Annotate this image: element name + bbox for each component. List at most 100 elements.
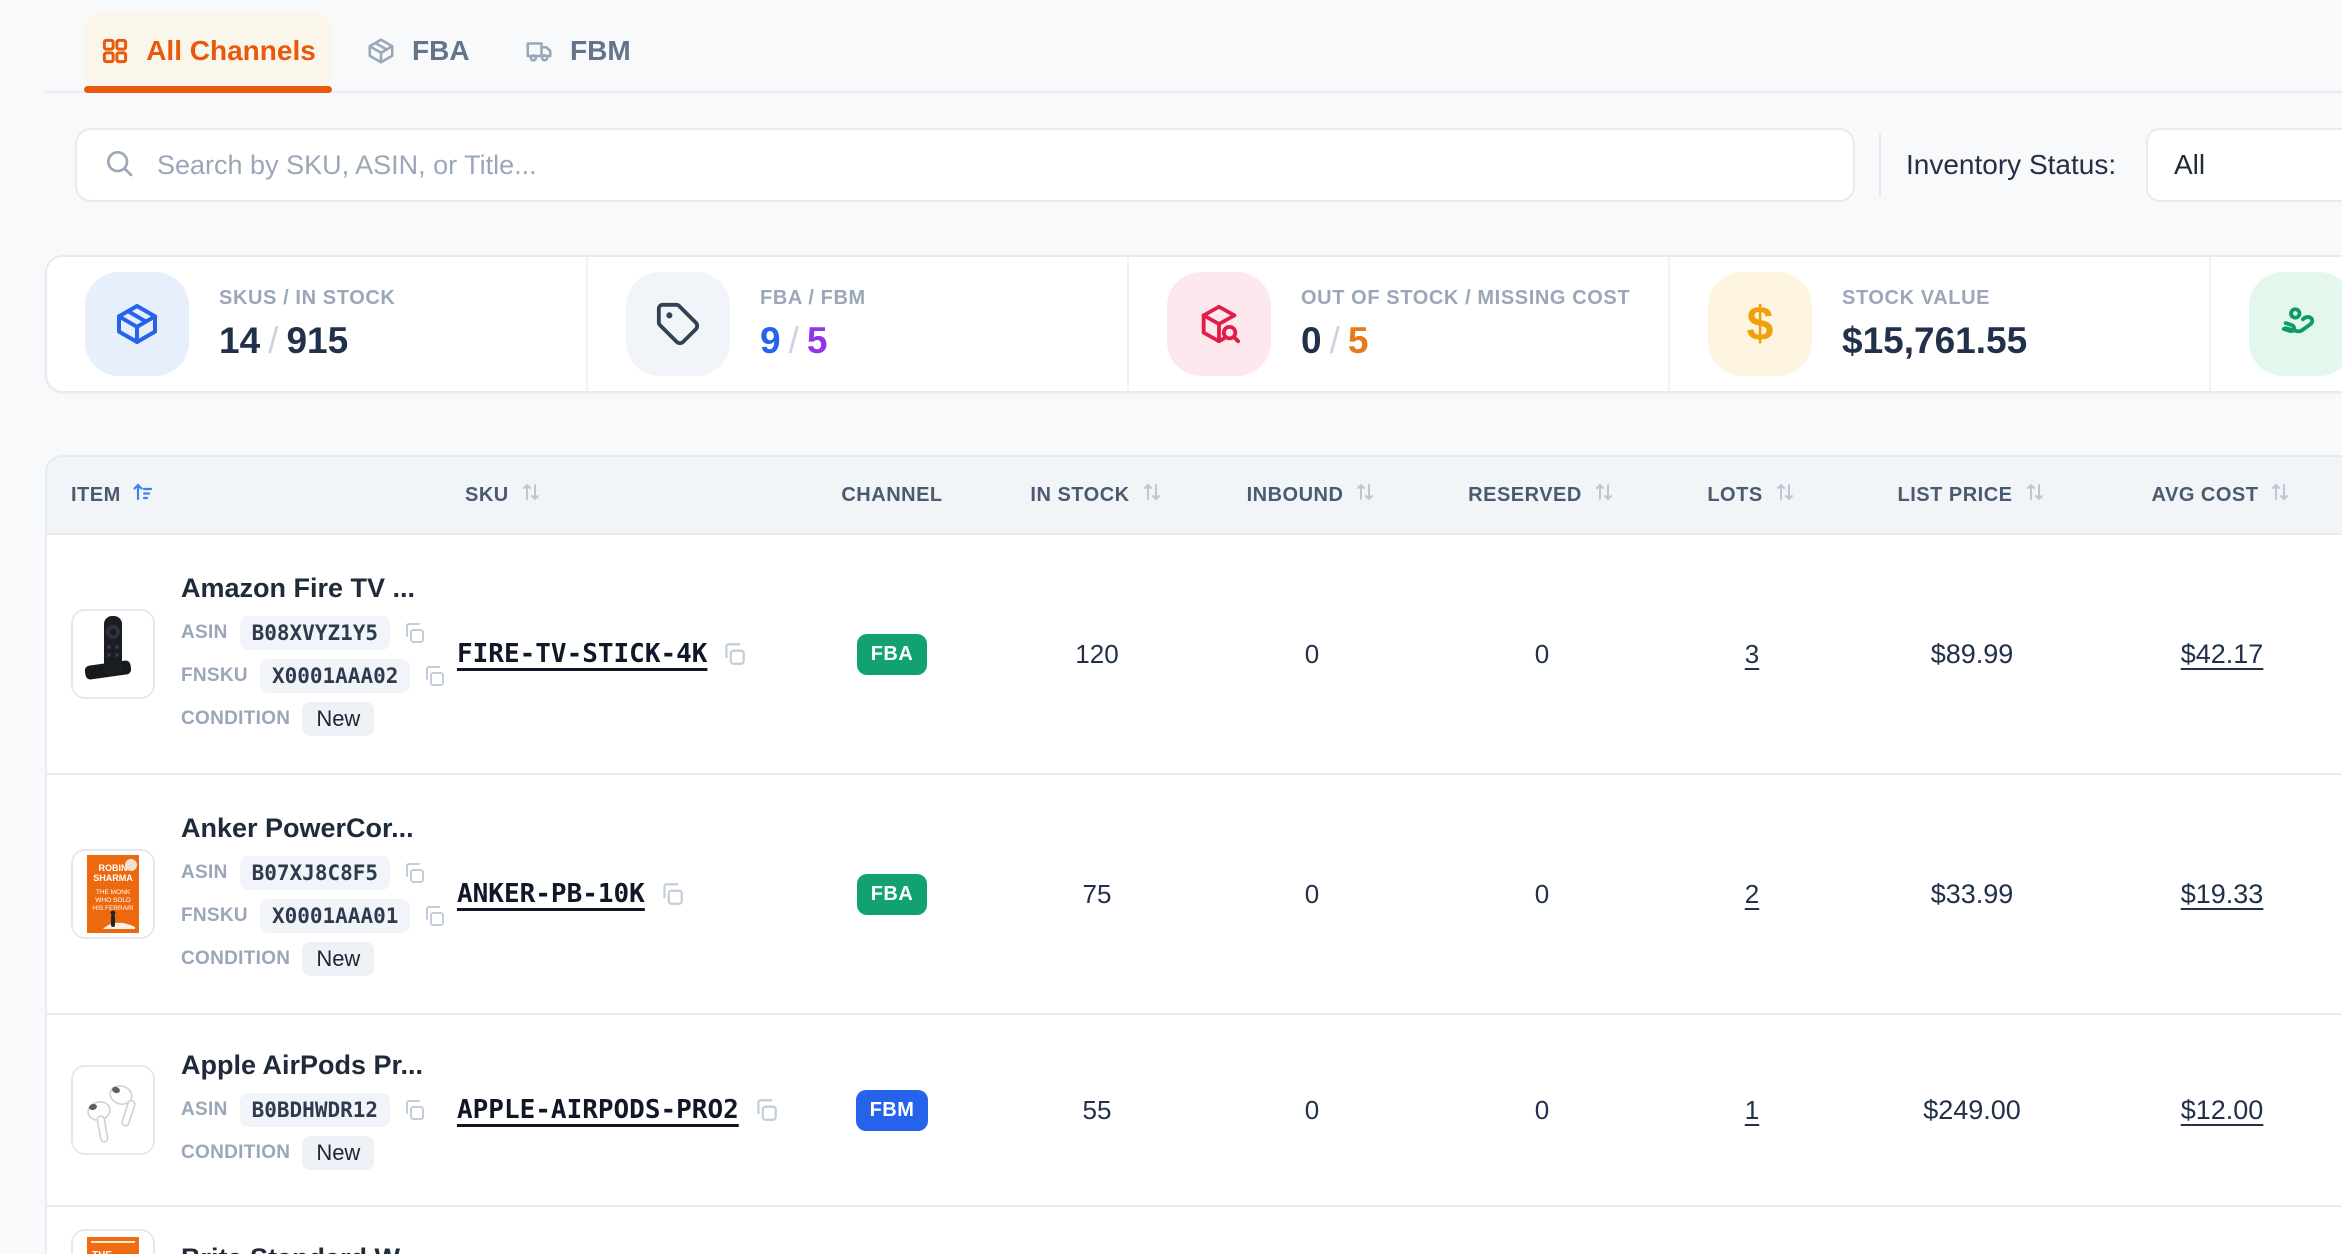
filter-divider — [1879, 133, 1881, 197]
sku-link[interactable]: ANKER-PB-10K — [457, 879, 645, 909]
stat-label: SKUS / IN STOCK — [219, 287, 395, 310]
copy-icon[interactable] — [402, 621, 426, 645]
table-row: ROBIN SHARMA THE MONK WHO SOLD HIS FERRA… — [47, 775, 2342, 1015]
inventory-status-label: Inventory Status: — [1906, 128, 2116, 202]
tab-label: All Channels — [146, 35, 316, 67]
condition-label: CONDITION — [181, 1142, 290, 1164]
stat-card-out-of-stock-missing-cost: OUT OF STOCK / MISSING COST 0/5 — [1129, 257, 1670, 391]
sku-link[interactable]: APPLE-AIRPODS-PRO2 — [457, 1095, 739, 1125]
avg-cost-link[interactable]: $42.17 — [2181, 639, 2264, 670]
column-header-in-stock[interactable]: IN STOCK — [997, 480, 1197, 510]
package-search-icon — [1167, 272, 1271, 376]
column-header-channel[interactable]: CHANNEL — [787, 484, 997, 507]
stat-card-skus-in-stock: SKUS / IN STOCK 14/915 — [47, 257, 588, 391]
copy-icon[interactable] — [659, 881, 685, 907]
asin-value: B07XJ8C8F5 — [240, 856, 390, 890]
asin-label: ASIN — [181, 1099, 228, 1121]
stat-value: 14/915 — [219, 320, 395, 362]
table-row: Amazon Fire TV ... ASIN B08XVYZ1Y5 FNSKU… — [47, 535, 2342, 775]
lots-link[interactable]: 2 — [1745, 879, 1759, 910]
column-header-avg-cost[interactable]: AVG COST — [2097, 480, 2342, 510]
reserved-value: 0 — [1535, 639, 1549, 670]
condition-label: CONDITION — [181, 948, 290, 970]
fnsku-label: FNSKU — [181, 665, 248, 687]
column-header-inbound[interactable]: INBOUND — [1197, 480, 1427, 510]
column-header-item[interactable]: ITEM — [47, 480, 457, 510]
lots-link[interactable]: 1 — [1745, 1095, 1759, 1126]
tab-label: FBM — [570, 35, 631, 67]
grid-icon — [100, 36, 130, 66]
column-header-lots[interactable]: LOTS — [1657, 480, 1847, 510]
fnsku-value: X0001AAA02 — [260, 659, 410, 693]
tab-label: FBA — [412, 35, 470, 67]
condition-value: New — [302, 1136, 374, 1170]
sort-icon — [1140, 480, 1164, 510]
asin-value: B08XVYZ1Y5 — [240, 616, 390, 650]
tab-fbm[interactable]: FBM — [524, 12, 631, 90]
inventory-status-select[interactable]: All — [2146, 128, 2342, 202]
condition-value: New — [302, 702, 374, 736]
tab-all-channels[interactable]: All Channels — [84, 12, 332, 90]
svg-text:THE: THE — [92, 1250, 112, 1254]
tab-fba[interactable]: FBA — [366, 12, 470, 90]
reserved-value: 0 — [1535, 1095, 1549, 1126]
avg-cost-link[interactable]: $12.00 — [2181, 1095, 2264, 1126]
stat-label: OUT OF STOCK / MISSING COST — [1301, 287, 1630, 310]
fnsku-value: X0001AAA01 — [260, 899, 410, 933]
stats-bar: SKUS / IN STOCK 14/915 FBA / FBM 9/5 — [45, 255, 2342, 393]
list-price-value: $89.99 — [1931, 639, 2014, 670]
hand-coins-icon — [2249, 272, 2342, 376]
sort-icon — [2268, 480, 2292, 510]
stat-value: 0/5 — [1301, 320, 1630, 362]
active-tab-underline — [84, 86, 332, 93]
product-title: Brita Standard W... — [181, 1243, 421, 1254]
sku-link[interactable]: FIRE-TV-STICK-4K — [457, 639, 707, 669]
dollar-icon: $ — [1708, 272, 1812, 376]
sort-asc-icon — [131, 480, 155, 510]
sort-icon — [1773, 480, 1797, 510]
copy-icon[interactable] — [422, 904, 446, 928]
svg-text:SHARMA: SHARMA — [93, 873, 133, 883]
product-image-fire-tv-stick — [71, 609, 155, 699]
avg-cost-link[interactable]: $19.33 — [2181, 879, 2264, 910]
svg-text:ROBIN: ROBIN — [99, 863, 128, 873]
sort-icon — [2023, 480, 2047, 510]
column-header-list-price[interactable]: LIST PRICE — [1847, 480, 2097, 510]
package-icon — [85, 272, 189, 376]
svg-text:THE MONK: THE MONK — [96, 889, 131, 896]
table-row: Apple AirPods Pr... ASIN B0BDHWDR12 COND… — [47, 1015, 2342, 1207]
stat-value: 9/5 — [760, 320, 866, 362]
search-icon — [103, 147, 135, 184]
product-title: Amazon Fire TV ... — [181, 573, 446, 604]
product-image-brita: THE — [71, 1229, 155, 1254]
in-stock-value: 55 — [1083, 1095, 1112, 1126]
status-selected-value: All — [2174, 149, 2205, 181]
copy-icon[interactable] — [402, 861, 426, 885]
truck-icon — [524, 36, 554, 66]
lots-link[interactable]: 3 — [1745, 639, 1759, 670]
stat-label: FBA / FBM — [760, 287, 866, 310]
list-price-value: $33.99 — [1931, 879, 2014, 910]
channel-badge: FBM — [856, 1090, 929, 1131]
search-input[interactable] — [155, 149, 1827, 182]
column-header-reserved[interactable]: RESERVED — [1427, 480, 1657, 510]
stat-card-stock-value: $ STOCK VALUE $15,761.55 — [1670, 257, 2211, 391]
tabs-divider — [45, 91, 2342, 93]
condition-value: New — [302, 942, 374, 976]
table-row: THE Brita Standard W... — [47, 1207, 2342, 1254]
list-price-value: $249.00 — [1923, 1095, 2021, 1126]
channel-badge: FBA — [857, 634, 928, 675]
stat-card-partial: I $ — [2211, 257, 2342, 391]
column-header-sku[interactable]: SKU — [457, 480, 787, 510]
copy-icon[interactable] — [753, 1097, 779, 1123]
product-image-airpods — [71, 1065, 155, 1155]
inbound-value: 0 — [1305, 639, 1319, 670]
condition-label: CONDITION — [181, 708, 290, 730]
copy-icon[interactable] — [422, 664, 446, 688]
package-icon — [366, 36, 396, 66]
asin-label: ASIN — [181, 622, 228, 644]
tag-icon — [626, 272, 730, 376]
copy-icon[interactable] — [402, 1098, 426, 1122]
inventory-table: ITEM SKU CHANNEL IN STOCK — [45, 455, 2342, 1254]
copy-icon[interactable] — [721, 641, 747, 667]
